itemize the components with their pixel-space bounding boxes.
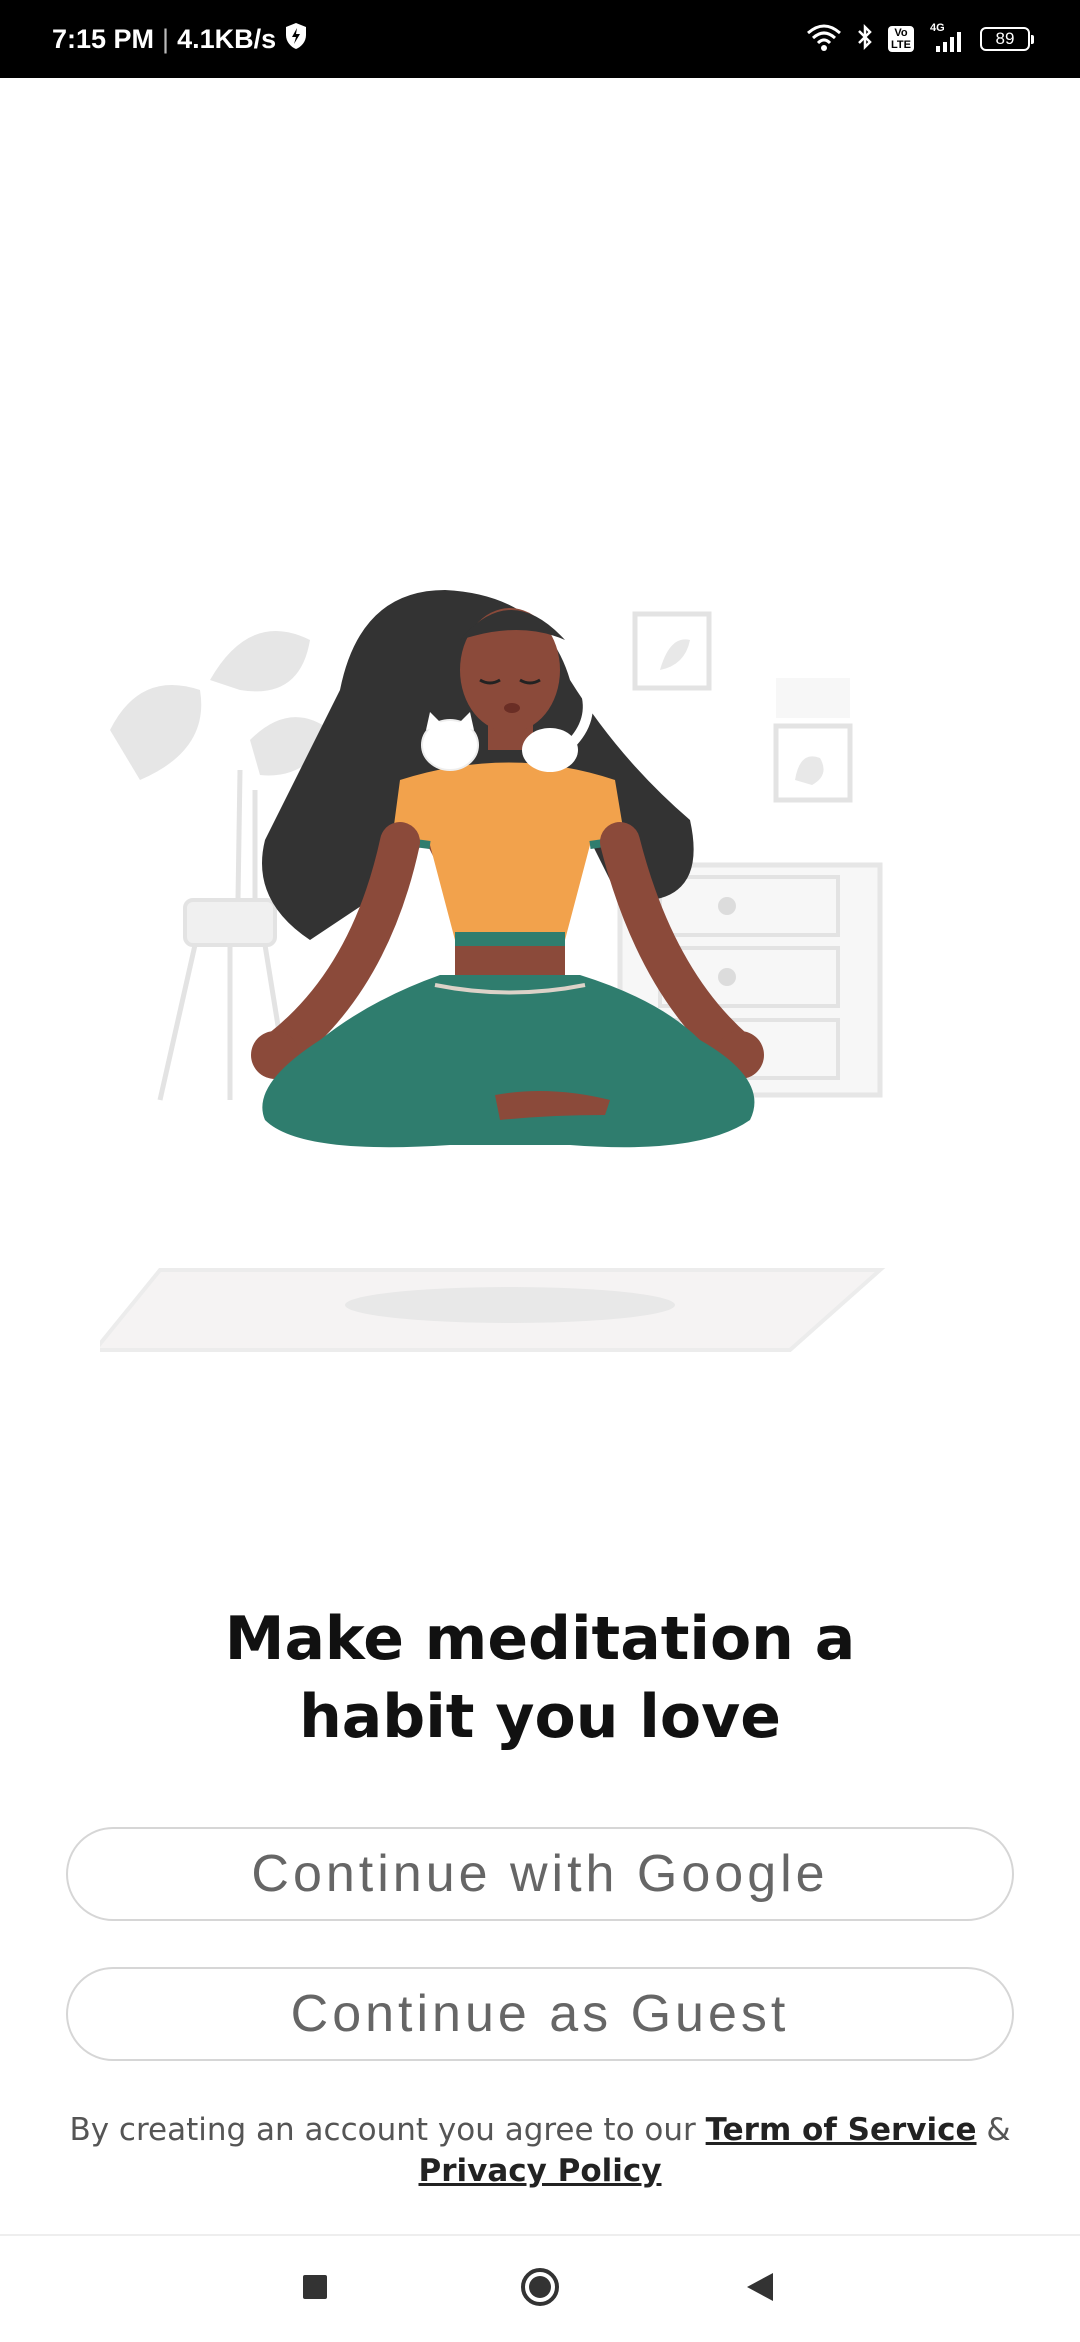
system-navigation-bar xyxy=(0,2234,1080,2342)
continue-as-guest-label: Continue as Guest xyxy=(290,1985,790,2043)
bluetooth-icon xyxy=(856,23,874,55)
back-triangle-icon xyxy=(745,2271,775,2307)
status-bar: 7:15 PM | 4.1KB/s Vo LTE 4G 89 xyxy=(0,0,1080,78)
terms-of-service-link[interactable]: Term of Service xyxy=(706,2112,977,2148)
continue-with-google-button[interactable]: Continue with Google xyxy=(66,1827,1014,1921)
battery-icon: 89 xyxy=(980,27,1034,51)
back-button[interactable] xyxy=(700,2236,820,2342)
page-title: Make meditation a habit you love xyxy=(0,1600,1080,1756)
wifi-icon xyxy=(806,23,842,55)
headline-line-2: habit you love xyxy=(299,1682,781,1752)
meditation-illustration xyxy=(90,580,900,1370)
legal-prefix: By creating an account you agree to our xyxy=(69,2112,696,2148)
circle-icon xyxy=(519,2266,561,2312)
legal-notice: By creating an account you agree to our … xyxy=(40,2110,1040,2192)
status-separator: | xyxy=(162,23,170,54)
home-button[interactable] xyxy=(480,2236,600,2342)
status-time: 7:15 PM xyxy=(52,23,155,54)
volte-icon: Vo LTE xyxy=(888,26,914,52)
headline-line-1: Make meditation a xyxy=(224,1604,856,1674)
square-icon xyxy=(301,2273,329,2305)
privacy-policy-link[interactable]: Privacy Policy xyxy=(419,2153,662,2189)
legal-ampersand: & xyxy=(986,2112,1011,2148)
signal-icon: 4G xyxy=(928,22,966,54)
status-network-speed: 4.1KB/s xyxy=(177,23,277,54)
recent-apps-button[interactable] xyxy=(255,2236,375,2342)
continue-as-guest-button[interactable]: Continue as Guest xyxy=(66,1967,1014,2061)
continue-with-google-label: Continue with Google xyxy=(251,1845,829,1903)
shield-bolt-icon xyxy=(284,22,308,57)
